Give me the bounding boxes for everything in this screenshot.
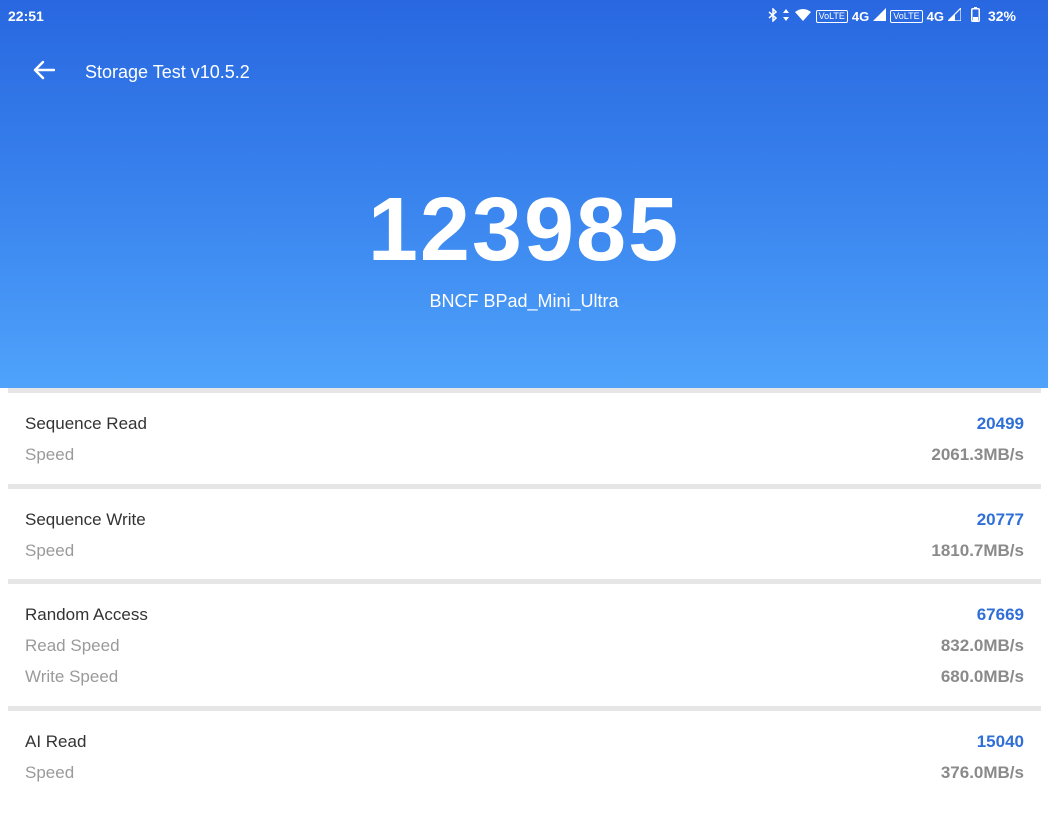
network-type-1: 4G (851, 8, 870, 24)
network-type-2: 4G (926, 8, 944, 24)
result-score: 20499 (976, 414, 1024, 433)
arrow-left-icon (33, 60, 56, 85)
result-row: AI Read 15040 (25, 732, 1024, 756)
metric-label: Speed (25, 541, 75, 560)
page-title: Storage Test v10.5.2 (85, 62, 250, 82)
result-card-ai-read[interactable]: AI Read 15040 Speed 376.0MB/s (8, 711, 1041, 821)
bluetooth-icon (768, 6, 778, 25)
metric-value: 376.0MB/s (940, 763, 1024, 782)
metric-label: Write Speed (25, 667, 119, 686)
battery-percent: 32% (987, 8, 1016, 24)
result-score: 20777 (976, 510, 1024, 529)
metric-row: Speed 2061.3MB/s (25, 445, 1024, 469)
result-name: Random Access (25, 605, 148, 624)
metric-row: Read Speed 832.0MB/s (25, 636, 1024, 660)
status-bar: 22:51 VoLTE 4G VoLTE 4G 32% (0, 0, 1048, 34)
result-name: AI Read (25, 732, 87, 751)
metric-value: 680.0MB/s (940, 667, 1024, 686)
back-button[interactable] (26, 54, 62, 90)
metric-label: Read Speed (25, 636, 120, 655)
signal-icon (873, 8, 887, 24)
metric-row: Speed 1810.7MB/s (25, 541, 1024, 565)
result-card-sequence-write[interactable]: Sequence Write 20777 Speed 1810.7MB/s (8, 489, 1041, 579)
metric-row: Speed 376.0MB/s (25, 763, 1024, 787)
signal-icon (946, 6, 962, 24)
metric-label: Speed (25, 763, 75, 782)
status-time: 22:51 (8, 8, 44, 24)
battery-icon (970, 7, 980, 25)
result-card-random-access[interactable]: Random Access 67669 Read Speed 832.0MB/s… (8, 584, 1041, 706)
metric-value: 832.0MB/s (940, 636, 1024, 655)
total-score: 123985 (367, 180, 681, 280)
result-row: Random Access 67669 (25, 605, 1024, 629)
toolbar: Storage Test v10.5.2 (0, 50, 1048, 94)
metric-row: Write Speed 680.0MB/s (25, 667, 1024, 691)
metric-value: 1810.7MB/s (931, 541, 1024, 560)
result-score: 67669 (976, 605, 1024, 624)
status-icons: VoLTE 4G VoLTE 4G 32% (768, 6, 1016, 25)
result-row: Sequence Write 20777 (25, 510, 1024, 534)
score-header: 22:51 VoLTE 4G VoLTE 4G 32% Storage Test… (0, 0, 1048, 388)
result-name: Sequence Write (25, 510, 146, 529)
result-card-sequence-read[interactable]: Sequence Read 20499 Speed 2061.3MB/s (8, 393, 1041, 485)
result-name: Sequence Read (25, 414, 147, 433)
result-row: Sequence Read 20499 (25, 414, 1024, 438)
network-badge-2: VoLTE (890, 9, 923, 23)
network-badge-1: VoLTE (815, 9, 848, 23)
metric-value: 2061.3MB/s (931, 445, 1024, 464)
data-arrows-icon (782, 8, 790, 25)
metric-label: Speed (25, 445, 75, 464)
wifi-icon (794, 8, 812, 25)
device-name: BNCF BPad_Mini_Ultra (429, 291, 619, 311)
result-score: 15040 (976, 732, 1024, 751)
